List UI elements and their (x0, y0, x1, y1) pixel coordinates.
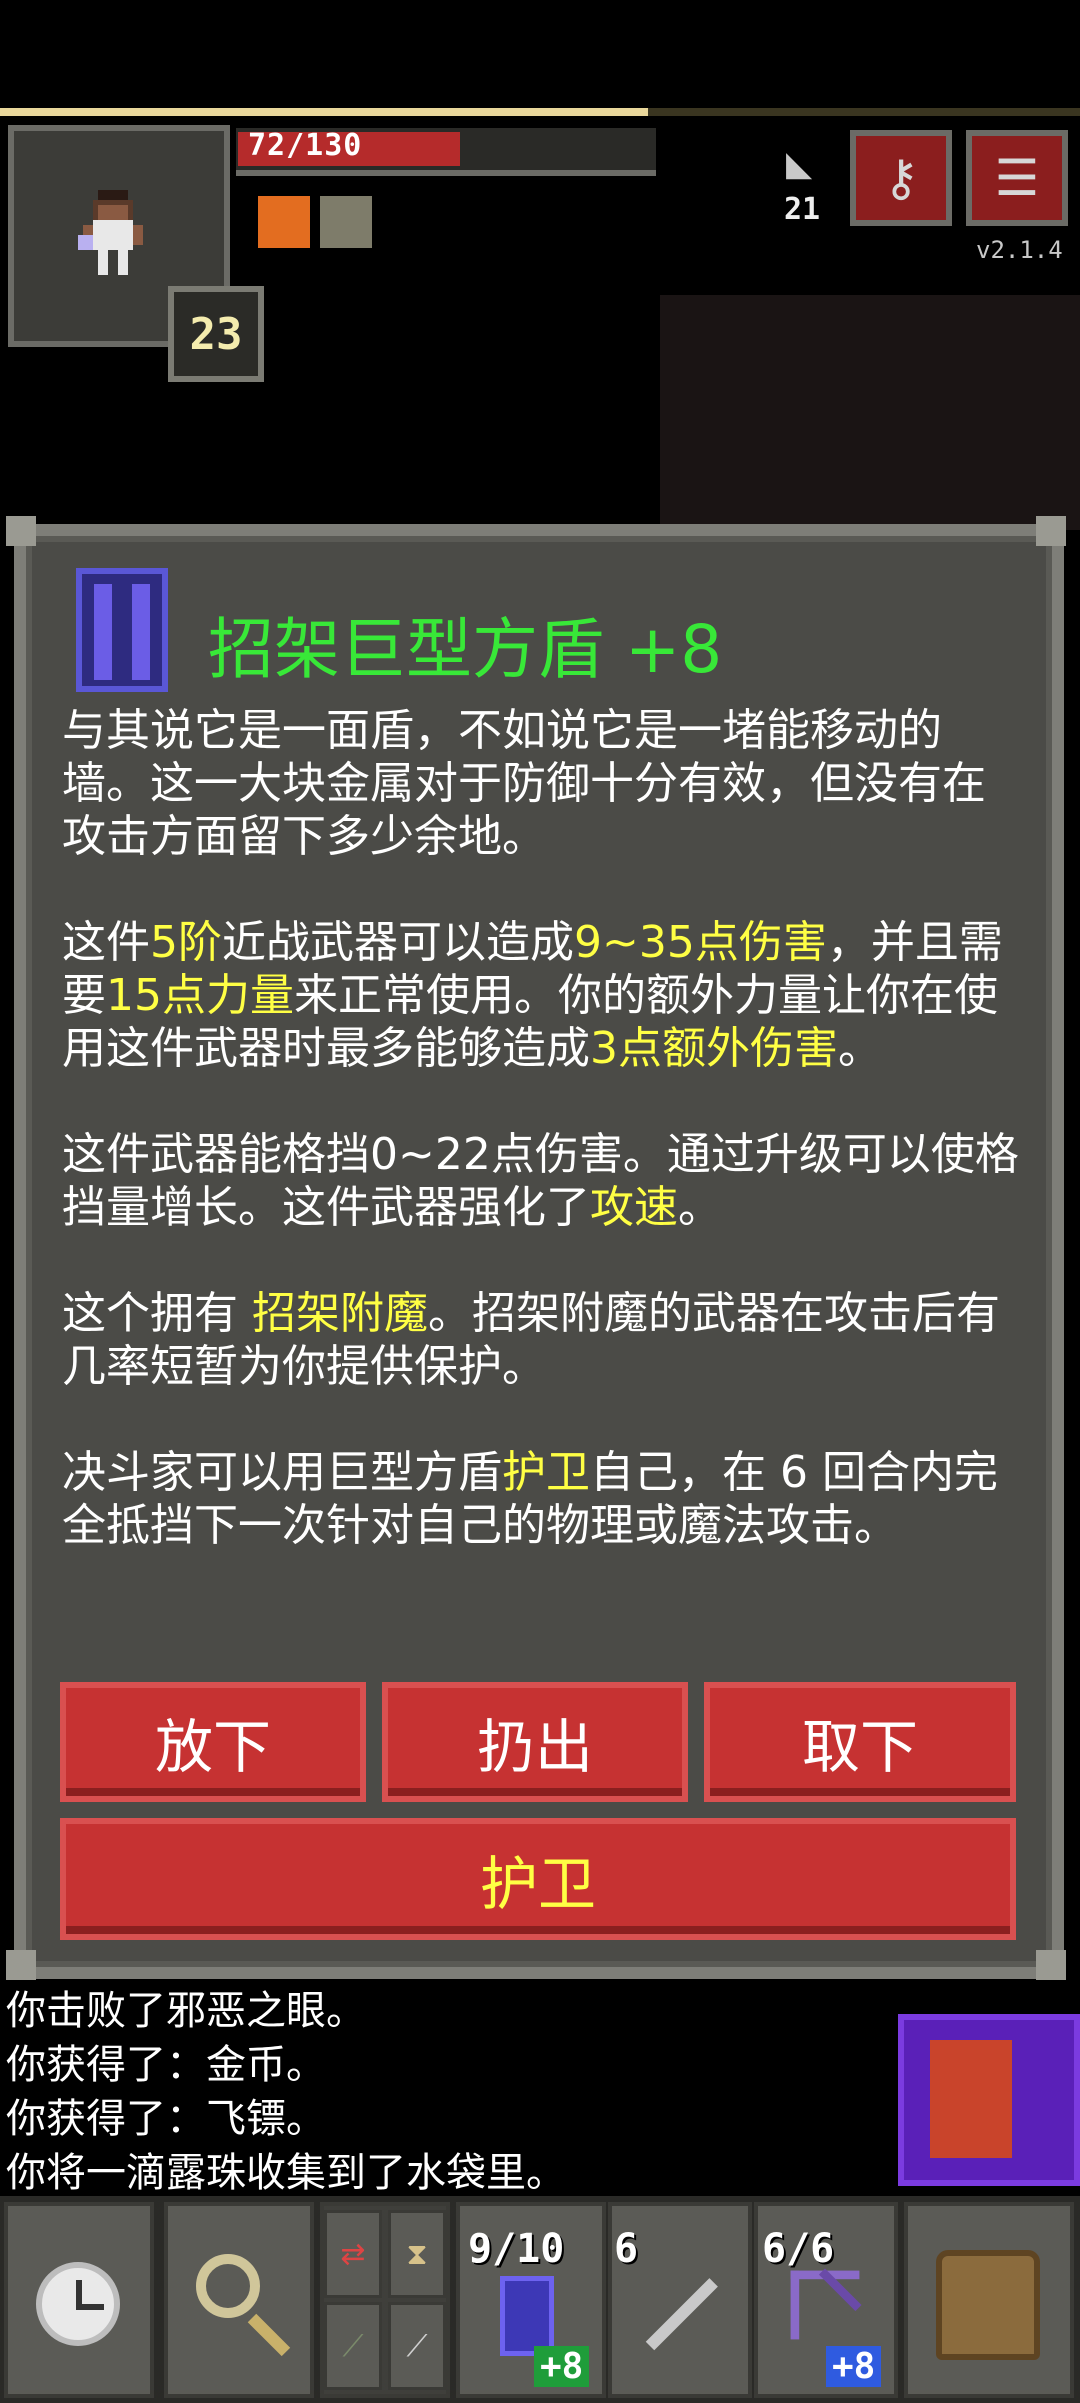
dungeon-view[interactable] (660, 295, 1080, 530)
log-line: 你获得了：飞镖。 (6, 2096, 326, 2142)
greatshield-icon (500, 2276, 554, 2356)
slot-bonus: +8 (826, 2346, 882, 2387)
slot-count: 9/10 (468, 2226, 565, 2272)
desc-paragraph-1: 与其说它是一面盾，不如说它是一堵能移动的墙。这一大块金属对于防御十分有效，但没有… (62, 705, 986, 862)
shield-pickaxe-icon (930, 2040, 1012, 2158)
slot-count: 6 (614, 2226, 639, 2272)
level-badge: 23 (168, 286, 264, 382)
hero-sprite-icon (78, 190, 143, 275)
game-log: 你击败了邪恶之眼。 你获得了：金币。 你获得了：飞镖。 你将一滴露珠收集到了水袋… (6, 1984, 566, 2200)
backpack-icon (936, 2250, 1040, 2360)
slot-count: 6/6 (762, 2226, 835, 2272)
window-corner (1036, 516, 1066, 546)
buff-gray-icon[interactable] (320, 196, 372, 248)
journal-key-button[interactable]: ⚷ (850, 130, 952, 226)
version-label: v2.1.4 (976, 236, 1063, 264)
item-title: 招架巨型方盾 +8 (208, 611, 723, 688)
window-corner (1036, 1950, 1066, 1980)
xp-bar-fill (0, 108, 648, 116)
wand-icon[interactable]: ⟋ (324, 2302, 382, 2390)
unequip-button[interactable]: 取下 (704, 1682, 1016, 1802)
hourglass-icon[interactable]: ⧗ (388, 2210, 446, 2298)
magnifier-icon (196, 2254, 260, 2318)
swap-icon[interactable]: ⇄ (324, 2210, 382, 2298)
clock-hand (76, 2304, 104, 2310)
window-corner (6, 1950, 36, 1980)
desc-paragraph-3: 这件武器能格挡0~22点伤害。通过升级可以使格挡量增长。这件武器强化了攻速。 (62, 1129, 1019, 1233)
log-line: 你击败了邪恶之眼。 (6, 1988, 366, 2034)
hp-text: 72/130 (248, 128, 363, 163)
desc-paragraph-4: 这个拥有 招架附魔。招架附魔的武器在攻击后有几率短暂为你提供保护。 (62, 1288, 1000, 1392)
dagger-icon[interactable]: ⟋ (388, 2302, 446, 2390)
window-corner (6, 516, 36, 546)
drop-button[interactable]: 放下 (60, 1682, 366, 1802)
crossbow-icon (790, 2268, 862, 2340)
depth-counter: 21 (784, 192, 821, 227)
stairs-icon: ◣ (786, 144, 813, 184)
key-icon: ⚷ (882, 149, 920, 207)
menu-icon: ☰ (994, 149, 1040, 207)
desc-paragraph-2: 这件5阶近战武器可以造成9~35点伤害，并且需要15点力量来正常使用。你的额外力… (62, 917, 1003, 1074)
item-description: 与其说它是一面盾，不如说它是一堵能移动的墙。这一大块金属对于防御十分有效，但没有… (62, 704, 1022, 1552)
log-line: 你获得了：金币。 (6, 2042, 326, 2088)
buff-orange-icon[interactable] (258, 196, 310, 248)
throw-button[interactable]: 扔出 (382, 1682, 688, 1802)
greatshield-icon (76, 568, 168, 692)
guard-button[interactable]: 护卫 (60, 1818, 1016, 1940)
log-line: 你将一滴露珠收集到了水袋里。 (6, 2150, 566, 2196)
slot-bonus: +8 (534, 2346, 590, 2387)
menu-button[interactable]: ☰ (966, 130, 1068, 226)
desc-paragraph-5: 决斗家可以用巨型方盾护卫自己，在 6 回合内完全抵挡下一次针对自己的物理或魔法攻… (62, 1447, 998, 1551)
